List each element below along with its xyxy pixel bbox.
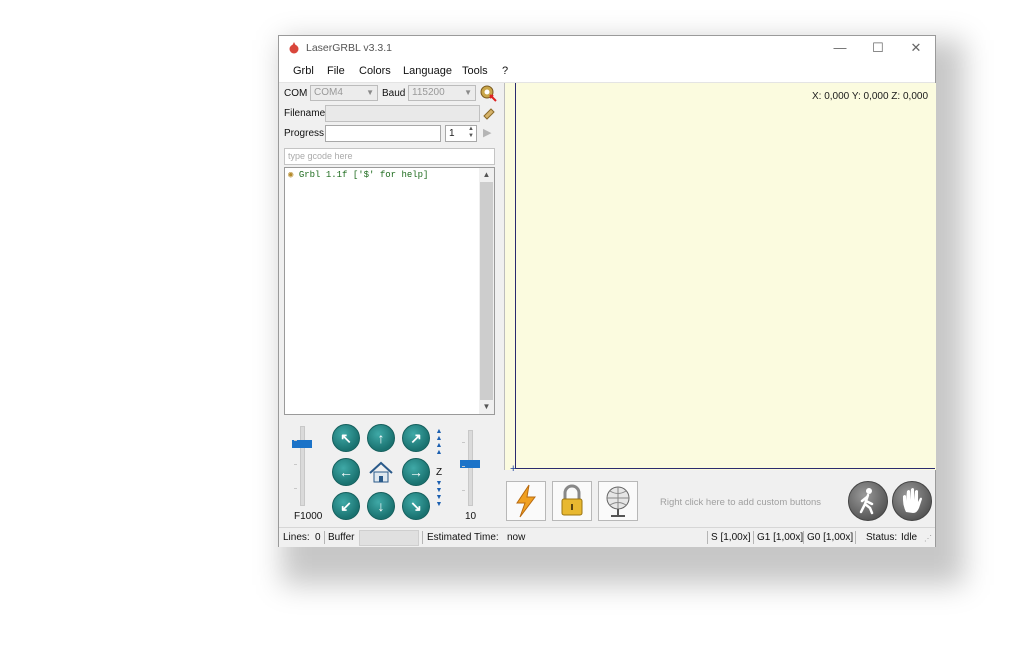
globe-button[interactable]	[598, 481, 638, 521]
walking-person-icon	[859, 488, 874, 515]
estimated-time-value: now	[507, 532, 526, 543]
jog-down-button[interactable]: ↓	[367, 492, 395, 520]
step-label: 10	[465, 511, 477, 522]
console-scrollbar[interactable]: ▲ ▼	[479, 168, 494, 414]
copies-value: 1	[449, 128, 455, 139]
jog-panel: F1000 ↖ ↑ ↗ ← → ↙ ↓ ↘ ▲ ▲ ▲ ▲ Z ▼ ▼ ▼ ▼ 10	[284, 420, 499, 525]
app-window: LaserGRBL v3.3.1 — ☐ ✕ Grbl File Colors …	[278, 35, 936, 547]
scroll-up-icon[interactable]: ▲	[479, 168, 494, 182]
console-log[interactable]: ◉ Grbl 1.1f ['$' for help] ▲ ▼	[284, 167, 495, 415]
jog-down-right-button[interactable]: ↘	[402, 492, 430, 520]
custom-buttons-bar[interactable]: Right click here to add custom buttons	[504, 471, 935, 526]
stepper-arrows-icon[interactable]: ▲ ▼	[468, 126, 474, 140]
baud-value: 115200	[412, 87, 445, 98]
buffer-label: Buffer	[328, 532, 355, 543]
reset-button[interactable]	[506, 481, 546, 521]
menu-bar: Grbl File Colors Language Tools ?	[279, 60, 935, 83]
baud-select[interactable]: 115200 ▼	[408, 85, 476, 101]
globe-icon	[606, 486, 630, 517]
lines-value: 0	[315, 532, 321, 543]
grbl-info-icon: ◉	[288, 170, 294, 180]
progress-label: Progress	[284, 128, 325, 139]
jog-up-right-button[interactable]: ↗	[402, 424, 430, 452]
jog-up-button[interactable]: ↑	[367, 424, 395, 452]
jog-left-button[interactable]: ←	[332, 458, 360, 486]
padlock-icon	[561, 484, 583, 516]
buffer-bar	[359, 530, 419, 546]
laser-app-icon	[289, 42, 299, 54]
unlock-button[interactable]	[552, 481, 592, 521]
jog-down-left-button[interactable]: ↙	[332, 492, 360, 520]
chevron-down-icon: ▼	[366, 88, 374, 97]
open-file-icon[interactable]	[482, 106, 496, 120]
progress-bar	[325, 125, 441, 142]
gcode-input[interactable]: type gcode here	[284, 148, 495, 165]
speed-label: F1000	[294, 511, 323, 522]
status-value: Idle	[901, 532, 918, 543]
status-label: Status:	[866, 532, 898, 543]
close-button[interactable]: ✕	[897, 36, 935, 60]
lines-label: Lines:	[283, 532, 310, 543]
run-play-icon[interactable]: ▶	[483, 126, 491, 139]
x-axis-line	[515, 468, 935, 469]
title-bar[interactable]: LaserGRBL v3.3.1 — ☐ ✕	[279, 36, 935, 60]
y-axis-line	[515, 83, 516, 469]
g1-override[interactable]: G1 [1,00x]	[757, 532, 803, 543]
custom-buttons-hint: Right click here to add custom buttons	[660, 497, 822, 508]
resize-grip-icon[interactable]: ⋰	[924, 534, 932, 543]
s-override[interactable]: S [1,00x]	[711, 532, 750, 543]
step-slider-track[interactable]	[468, 430, 473, 506]
com-label: COM	[284, 88, 308, 99]
speed-slider-thumb[interactable]	[292, 440, 312, 448]
menu-grbl[interactable]: Grbl	[293, 65, 314, 77]
estimated-time-label: Estimated Time:	[427, 532, 499, 543]
z-down-arrows-icon[interactable]: ▼ ▼ ▼ ▼	[435, 480, 443, 508]
baud-label: Baud	[382, 88, 406, 99]
menu-help[interactable]: ?	[502, 65, 508, 77]
chevron-down-icon: ▼	[464, 88, 472, 97]
maximize-button[interactable]: ☐	[859, 36, 897, 60]
z-label: Z	[436, 467, 443, 478]
menu-file[interactable]: File	[327, 65, 345, 77]
menu-colors[interactable]: Colors	[359, 65, 391, 77]
lightning-icon	[516, 484, 536, 518]
com-port-select[interactable]: COM4 ▼	[310, 85, 378, 101]
filename-field[interactable]	[325, 105, 480, 122]
jog-right-button[interactable]: →	[402, 458, 430, 486]
console-line: ◉ Grbl 1.1f ['$' for help]	[288, 170, 429, 180]
menu-language[interactable]: Language	[403, 65, 452, 77]
filename-label: Filename	[284, 108, 326, 119]
window-title: LaserGRBL v3.3.1	[306, 42, 392, 54]
stop-button[interactable]	[892, 481, 932, 521]
hand-stop-icon	[903, 488, 922, 513]
walk-button[interactable]	[848, 481, 888, 521]
jog-up-left-button[interactable]: ↖	[332, 424, 360, 452]
status-bar: Lines: 0 Buffer Estimated Time: now S [1…	[279, 527, 935, 547]
minimize-button[interactable]: —	[821, 36, 859, 60]
home-button[interactable]	[367, 458, 395, 486]
speed-slider-track[interactable]	[300, 426, 305, 506]
z-up-arrows-icon[interactable]: ▲ ▲ ▲ ▲	[435, 428, 443, 456]
coordinates-readout: X: 0,000 Y: 0,000 Z: 0,000	[811, 91, 928, 102]
com-port-value: COM4	[314, 87, 343, 98]
scroll-down-icon[interactable]: ▼	[479, 400, 494, 414]
connect-plug-icon[interactable]	[479, 84, 497, 102]
menu-tools[interactable]: Tools	[462, 65, 488, 77]
preview-canvas[interactable]: X: 0,000 Y: 0,000 Z: 0,000 +	[504, 83, 936, 475]
g0-override[interactable]: G0 [1,00x]	[807, 532, 853, 543]
scroll-thumb[interactable]	[480, 182, 493, 400]
house-icon	[369, 461, 393, 483]
copies-stepper[interactable]: 1 ▲ ▼	[445, 125, 477, 142]
